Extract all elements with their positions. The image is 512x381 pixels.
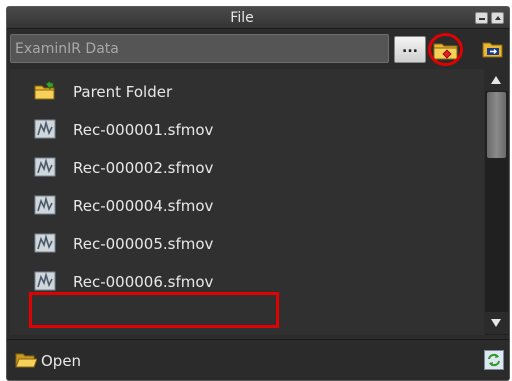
scroll-thumb[interactable] [487,92,506,158]
list-item-label: Rec-000002.sfmov [73,159,214,177]
title-bar[interactable]: File [7,7,509,29]
scroll-down-arrow-icon[interactable] [485,312,508,334]
new-folder-button[interactable] [429,35,463,65]
list-item-label: Rec-000005.sfmov [73,235,214,253]
open-folder-icon [15,353,37,368]
parent-folder-icon [34,81,55,100]
movie-file-icon [34,119,56,139]
list-item-label: Rec-000004.sfmov [73,197,214,215]
list-item-parent-folder[interactable]: Parent Folder [10,73,484,111]
list-item[interactable]: Rec-000001.sfmov [10,111,484,149]
list-item[interactable]: Rec-000002.sfmov [10,149,484,187]
minimize-icon[interactable] [475,12,488,24]
panel-title: File [230,10,254,26]
refresh-icon [484,350,504,370]
list-item-label: Rec-000006.sfmov [73,273,214,291]
movie-file-icon [34,271,56,291]
list-item-selected[interactable]: Rec-000006.sfmov [10,263,484,301]
movie-file-icon [34,233,56,253]
open-label: Open [41,352,82,370]
list-item[interactable]: Rec-000005.sfmov [10,225,484,263]
list-item-label: Rec-000001.sfmov [73,121,214,139]
list-item-label: Parent Folder [73,83,173,101]
file-list[interactable]: Parent Folder Rec-000001.sfmov Rec-00000… [10,69,484,335]
list-item[interactable]: Rec-000004.sfmov [10,187,484,225]
collapse-icon[interactable] [491,12,504,24]
file-panel: File ... Parent Folder [6,6,510,381]
new-folder-icon [433,43,458,60]
footer-bar: Open [7,339,509,380]
browse-button[interactable]: ... [394,36,426,63]
folder-path-input[interactable] [10,34,389,63]
movie-file-icon [34,195,56,215]
movie-file-icon [34,157,56,177]
scrollbar[interactable] [485,69,508,335]
export-icon [482,42,503,58]
refresh-button[interactable] [484,350,504,370]
scroll-up-arrow-icon[interactable] [485,69,508,91]
export-button[interactable] [481,37,505,61]
